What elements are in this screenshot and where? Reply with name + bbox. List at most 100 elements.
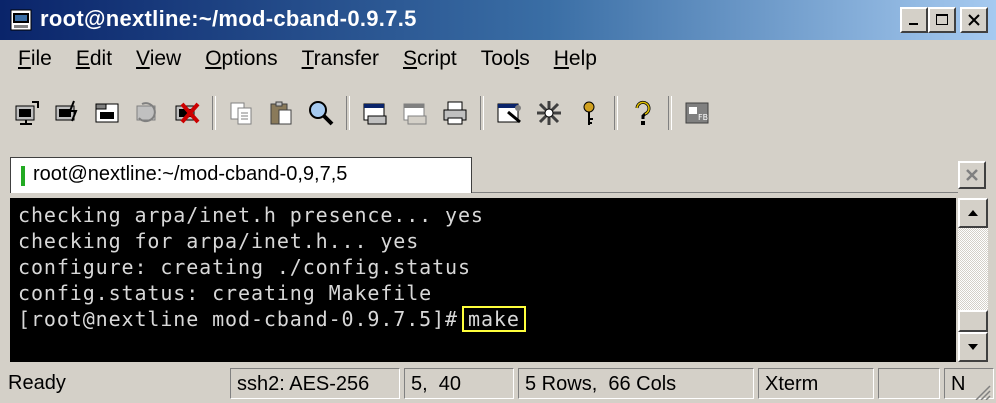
connection-status-indicator: [21, 166, 25, 186]
minimize-icon: [909, 23, 918, 25]
menu-accelerator: F: [18, 47, 31, 70]
menu-item-label: dit: [89, 47, 113, 70]
tab-bar-divider: [472, 192, 958, 193]
disconnect-button[interactable]: [168, 94, 206, 132]
menu-item[interactable]: Options: [195, 47, 287, 71]
status-bar: Ready ssh2: AES-256 5, 40 5 Rows, 66 Col…: [0, 366, 996, 403]
menu-item[interactable]: Transfer: [292, 47, 389, 71]
menu-accelerator: H: [553, 47, 569, 70]
key-button[interactable]: [570, 94, 608, 132]
session-tab-label: root@nextline:~/mod-cband-0,9,7,5: [33, 163, 348, 185]
toolbar-separator: [212, 96, 216, 130]
terminal-prompt-line: [root@nextline mod-cband-0.9.7.5]# make: [18, 306, 526, 332]
connect-tab-button[interactable]: [88, 94, 126, 132]
menu-item-label: s: [519, 47, 530, 70]
close-tab-button[interactable]: [958, 161, 986, 189]
menu-item[interactable]: Edit: [66, 47, 122, 71]
status-mode-label: N: [951, 373, 966, 395]
toolbar-separator: [480, 96, 484, 130]
terminal-line: checking for arpa/inet.h... yes: [18, 229, 420, 253]
printer-button[interactable]: [436, 94, 474, 132]
toolbar-separator: [346, 96, 350, 130]
securecrt-app-icon[interactable]: [10, 9, 32, 31]
resize-grip-icon[interactable]: [974, 384, 992, 400]
session-tab[interactable]: root@nextline:~/mod-cband-0,9,7,5: [10, 157, 472, 193]
menu-bar: File Edit View Options Transfer Script Tools He…: [0, 42, 996, 76]
print-icon: [363, 103, 387, 125]
status-num-lock: [878, 368, 940, 399]
reconnect-button[interactable]: [128, 94, 166, 132]
reconnect-icon: [136, 102, 156, 123]
session-options-button[interactable]: [490, 94, 528, 132]
paste-button[interactable]: [262, 94, 300, 132]
status-terminal-size: 5 Rows, 66 Cols: [518, 368, 754, 399]
menu-item[interactable]: File: [8, 47, 62, 71]
global-options-button[interactable]: [530, 94, 568, 132]
printer-icon: [443, 101, 467, 125]
scroll-down-button[interactable]: [958, 332, 988, 362]
scroll-thumb[interactable]: [958, 310, 988, 332]
close-button[interactable]: [960, 7, 988, 33]
maximize-icon: [936, 14, 948, 25]
menu-item[interactable]: Script: [393, 47, 467, 71]
find-button[interactable]: [302, 94, 340, 132]
title-bar[interactable]: root@nextline:~/mod-cband-0.9.7.5: [0, 0, 996, 40]
connect-tab-icon: [95, 103, 119, 123]
minimize-button[interactable]: [900, 7, 928, 33]
print-selection-button[interactable]: [396, 94, 434, 132]
connect-button[interactable]: [8, 94, 46, 132]
help-icon: [635, 100, 651, 125]
svg-text:FB: FB: [698, 113, 708, 122]
sftp-button[interactable]: FB: [678, 94, 716, 132]
terminal-screen[interactable]: checking arpa/inet.h presence... yes che…: [10, 198, 956, 362]
menu-item-label: ptions: [221, 47, 278, 70]
sftp-icon: FB: [685, 102, 709, 124]
menu-item-label: Too: [480, 47, 515, 70]
window-title: root@nextline:~/mod-cband-0.9.7.5: [40, 6, 417, 31]
toolbar-separator: [614, 96, 618, 130]
arrow-down-icon: [968, 344, 978, 350]
arrow-up-icon: [968, 210, 978, 216]
copy-icon: [230, 102, 252, 125]
status-ready: Ready: [8, 372, 66, 394]
terminal-line: configure: creating ./config.status: [18, 255, 471, 279]
disconnect-icon: [175, 102, 200, 124]
highlighted-command: make: [462, 306, 526, 332]
menu-item[interactable]: View: [126, 47, 191, 71]
menu-item[interactable]: Tools: [471, 47, 540, 71]
print-button[interactable]: [356, 94, 394, 132]
toolbar: FB: [0, 88, 996, 138]
menu-item-label: cript: [417, 47, 457, 70]
terminal-line: checking arpa/inet.h presence... yes: [18, 203, 484, 227]
copy-button[interactable]: [222, 94, 260, 132]
scroll-up-button[interactable]: [958, 198, 988, 228]
menu-accelerator: O: [205, 47, 222, 70]
session-tab-bar: root@nextline:~/mod-cband-0,9,7,5: [0, 152, 996, 198]
close-icon: [966, 169, 978, 181]
session-options-icon: [497, 103, 521, 124]
menu-item-label: iew: [149, 47, 182, 70]
global-options-icon: [537, 101, 561, 125]
maximize-button[interactable]: [928, 7, 956, 33]
key-icon: [583, 101, 595, 125]
quick-connect-icon: [55, 100, 78, 122]
quick-connect-button[interactable]: [48, 94, 86, 132]
menu-item-label: ransfer: [313, 47, 380, 70]
terminal-line: config.status: creating Makefile: [18, 281, 433, 305]
menu-item-label: ile: [30, 47, 52, 70]
status-cursor-position: 5, 40: [404, 368, 514, 399]
menu-accelerator: V: [136, 47, 150, 70]
menu-item-label: elp: [568, 47, 597, 70]
vertical-scrollbar[interactable]: [958, 198, 988, 362]
securecrt-window: root@nextline:~/mod-cband-0.9.7.5 File Ed…: [0, 0, 996, 403]
status-emulation: Xterm: [758, 368, 874, 399]
print-selection-icon: [403, 103, 427, 125]
help-button[interactable]: [624, 94, 662, 132]
menu-accelerator: S: [403, 47, 418, 70]
paste-icon: [270, 101, 292, 125]
connect-icon: [15, 101, 39, 125]
menu-accelerator: E: [75, 47, 90, 70]
close-icon: [968, 14, 980, 26]
toolbar-separator: [668, 96, 672, 130]
menu-item[interactable]: Help: [544, 47, 607, 71]
